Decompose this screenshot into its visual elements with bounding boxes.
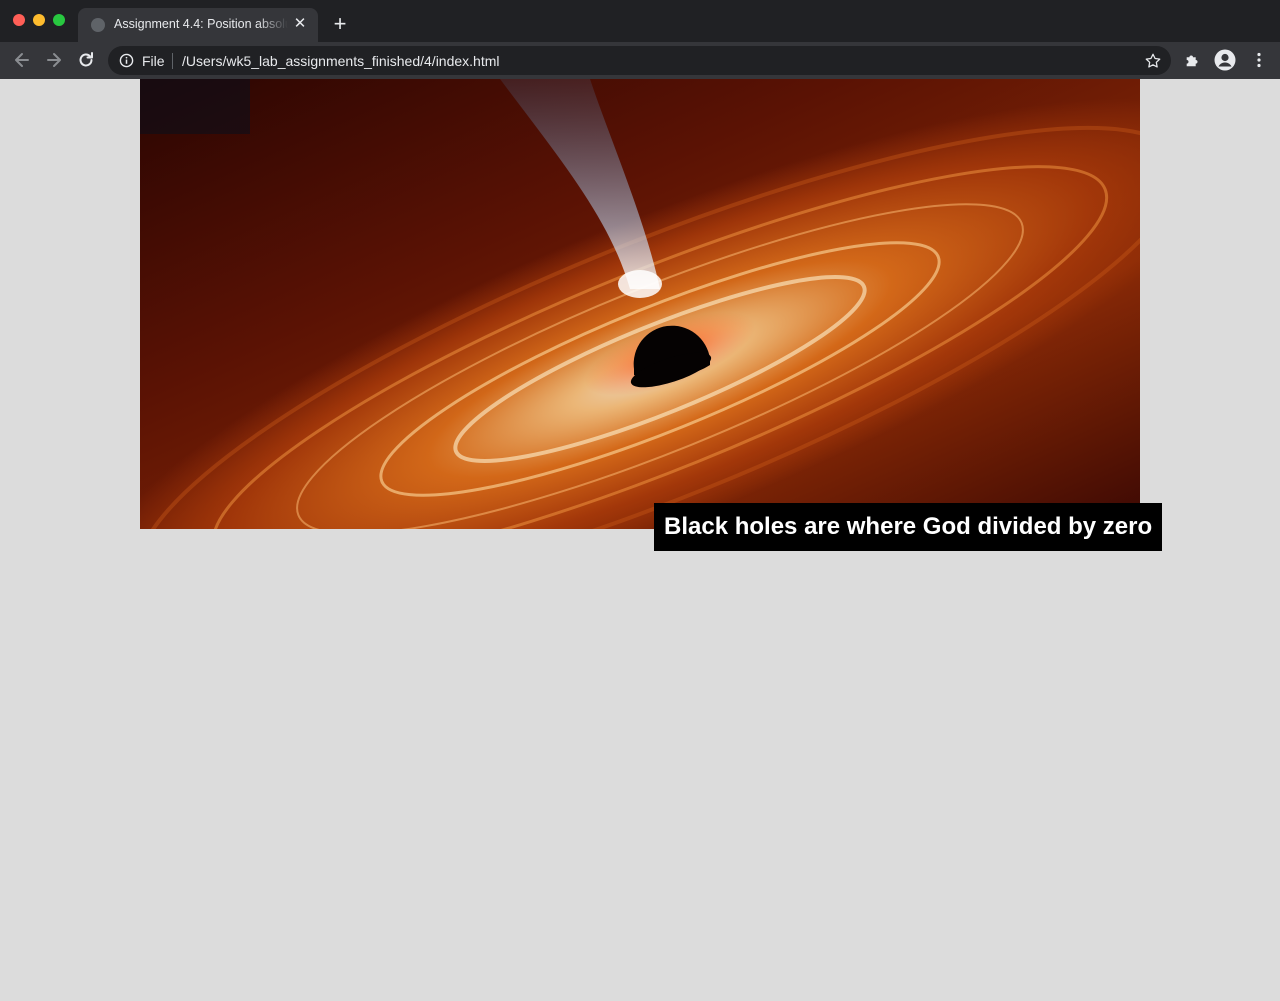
window-close-button[interactable] <box>13 14 25 26</box>
url-text[interactable]: /Users/wk5_lab_assignments_finished/4/in… <box>182 53 500 69</box>
address-separator <box>172 53 173 69</box>
puzzle-icon[interactable] <box>1184 51 1202 69</box>
window-maximize-button[interactable] <box>53 14 65 26</box>
reload-icon[interactable] <box>76 50 96 70</box>
tab-strip: Assignment 4.4: Position absolute ✕ + <box>0 0 1280 42</box>
star-icon[interactable] <box>1144 52 1162 70</box>
address-bar[interactable]: File /Users/wk5_lab_assignments_finished… <box>108 46 1171 75</box>
close-icon[interactable]: ✕ <box>292 16 308 32</box>
caption-box: Black holes are where God divided by zer… <box>654 503 1163 551</box>
tab-title: Assignment 4.4: Position absolute <box>114 17 288 31</box>
browser-toolbar: File /Users/wk5_lab_assignments_finished… <box>0 42 1280 79</box>
forward-icon[interactable] <box>44 50 64 70</box>
kebab-menu-icon[interactable] <box>1250 51 1268 69</box>
black-hole-image <box>140 79 1140 529</box>
window-minimize-button[interactable] <box>33 14 45 26</box>
info-icon[interactable] <box>119 53 134 68</box>
scheme-label: File <box>142 53 165 69</box>
browser-tab[interactable]: Assignment 4.4: Position absolute ✕ <box>78 8 318 42</box>
profile-icon[interactable] <box>1214 49 1236 71</box>
browser-chrome: Assignment 4.4: Position absolute ✕ + Fi… <box>0 0 1280 79</box>
globe-icon <box>91 18 105 32</box>
plus-icon[interactable]: + <box>330 13 350 35</box>
back-icon[interactable] <box>12 50 32 70</box>
